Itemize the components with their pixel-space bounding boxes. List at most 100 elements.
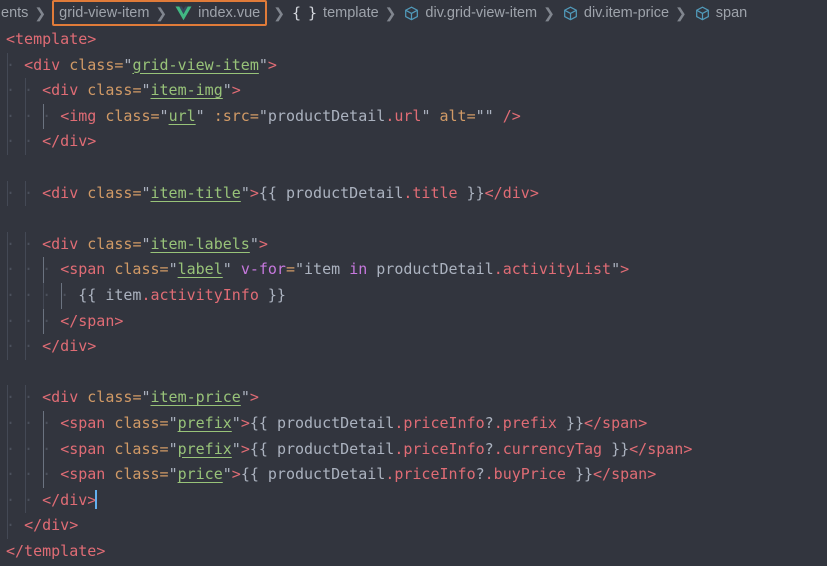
code-tag: <span <box>60 260 106 279</box>
indent-guide <box>24 462 26 488</box>
code-tag: </div <box>24 516 70 535</box>
indent-guide <box>42 308 44 335</box>
interpolation-braces: {{ <box>249 413 277 432</box>
indent-guide <box>42 410 44 437</box>
chevron-right-icon: ❯ <box>155 4 168 21</box>
code-line[interactable]: · · <div class="item-img"> <box>0 78 827 104</box>
code-line[interactable]: · <div class="grid-view-item"> <box>0 52 827 79</box>
indent-guide <box>6 385 8 411</box>
whitespace-markers: · · · <box>6 260 61 279</box>
code-editor[interactable]: <template> · <div class="grid-view-item">… <box>0 26 827 566</box>
breadcrumb-item-div-grid-view-item[interactable]: div.grid-view-item <box>401 0 538 26</box>
code-line[interactable]: · · · <span class="prefix">{{ productDet… <box>0 436 827 463</box>
indent-guide <box>6 282 8 309</box>
code-line[interactable]: · · · · {{ item.activityInfo }} <box>0 282 827 309</box>
breadcrumb-label: index.vue <box>198 5 261 21</box>
breadcrumb-item-index-vue[interactable]: index.vue <box>172 0 261 26</box>
code-keyword-in: in <box>349 260 368 279</box>
code-class-value: label <box>177 260 223 279</box>
code-line[interactable] <box>0 206 827 232</box>
indent-guide <box>24 103 26 130</box>
code-line[interactable]: · · · </span> <box>0 308 827 335</box>
code-attribute-name: class <box>87 81 133 100</box>
code-line[interactable] <box>0 155 827 181</box>
whitespace-markers: · · · <box>6 439 61 458</box>
whitespace-markers: · · · <box>6 311 61 330</box>
code-tag: </template <box>6 541 97 560</box>
breadcrumb-item-grid-view-item[interactable]: grid-view-item <box>58 0 150 26</box>
code-line[interactable]: · · </div> <box>0 129 827 155</box>
code-line[interactable]: · · · <span class="label" v-for="item in… <box>0 257 827 283</box>
code-line[interactable]: · · <div class="item-title">{{ productDe… <box>0 180 827 207</box>
code-line[interactable]: · · · <span class="price">{{ productDeta… <box>0 462 827 488</box>
code-property: .title <box>403 183 458 202</box>
whitespace-markers: · · · <box>6 106 61 125</box>
indent-guide <box>6 462 8 488</box>
indent-guide <box>6 257 8 283</box>
code-attribute-name: class <box>69 55 115 74</box>
indent-guide <box>42 103 44 130</box>
code-tag: <img <box>60 106 97 125</box>
code-tag: </span <box>629 439 684 458</box>
indent-guide <box>6 129 8 155</box>
interpolation-braces: }} <box>602 439 630 458</box>
code-tag: </div <box>484 183 530 202</box>
interpolation-braces: {{ <box>249 439 277 458</box>
indent-guide <box>6 180 8 207</box>
indent-guide <box>24 282 26 309</box>
code-property: .priceInfo? <box>394 413 494 432</box>
code-class-value: prefix <box>177 439 232 458</box>
breadcrumb-item-template[interactable]: { } template <box>290 0 380 26</box>
indent-guide <box>42 462 44 488</box>
text-caret <box>95 489 98 509</box>
interpolation-braces: {{ <box>78 285 106 304</box>
code-attribute-name: class <box>87 234 133 253</box>
code-property: .prefix <box>493 413 557 432</box>
chevron-right-icon: ❯ <box>384 4 397 21</box>
code-property: .url <box>385 106 422 125</box>
indent-guide <box>24 257 26 283</box>
indent-guide <box>6 436 8 463</box>
code-line[interactable]: · · </div> <box>0 487 827 514</box>
breadcrumb-focus-group[interactable]: grid-view-item ❯ index.vue <box>52 0 268 26</box>
code-tag: <div <box>42 183 79 202</box>
code-tag: <div <box>42 388 79 407</box>
vue-file-icon <box>175 6 192 21</box>
code-object: productDetail <box>276 439 395 458</box>
code-tag: <div <box>42 81 79 100</box>
code-line[interactable]: · </div> <box>0 513 827 539</box>
code-tag: <div <box>42 234 79 253</box>
code-tag: </span <box>60 311 115 330</box>
indent-guide <box>24 308 26 335</box>
breadcrumb-item-div-item-price[interactable]: div.item-price <box>560 0 670 26</box>
whitespace-markers: · · · <box>6 465 61 484</box>
indent-guide <box>6 78 8 104</box>
indent-guide <box>6 231 8 258</box>
whitespace-markers: · <box>6 55 25 74</box>
breadcrumb-item-span[interactable]: span <box>692 0 748 26</box>
code-line[interactable]: <template> <box>0 27 827 53</box>
code-line[interactable]: · · <div class="item-price"> <box>0 385 827 411</box>
code-tag: <span <box>60 465 106 484</box>
interpolation-braces: {{ <box>258 183 286 202</box>
breadcrumb-item-ents[interactable]: ents <box>0 0 29 26</box>
code-class-value: item-title <box>150 183 241 202</box>
code-attribute-name: class <box>114 465 160 484</box>
code-line[interactable]: · · · <img class="url" :src="productDeta… <box>0 103 827 130</box>
whitespace-markers: · <box>6 516 25 535</box>
code-property: .priceInfo? <box>385 465 485 484</box>
code-line[interactable]: · · <div class="item-labels"> <box>0 231 827 258</box>
code-line[interactable]: · · </div> <box>0 334 827 360</box>
code-tag: </span <box>584 413 639 432</box>
code-attribute-name: class <box>87 388 133 407</box>
code-line[interactable] <box>0 360 827 386</box>
code-line[interactable]: · · · <span class="prefix">{{ productDet… <box>0 410 827 437</box>
indent-guide <box>24 385 26 411</box>
code-line[interactable]: </template> <box>0 539 827 565</box>
chevron-right-icon: ❯ <box>273 4 285 21</box>
code-object: productDetail <box>376 260 494 279</box>
indent-guide <box>42 257 44 283</box>
chevron-right-icon: ❯ <box>543 4 555 21</box>
indent-guide <box>42 436 44 463</box>
indent-guide <box>24 436 26 463</box>
